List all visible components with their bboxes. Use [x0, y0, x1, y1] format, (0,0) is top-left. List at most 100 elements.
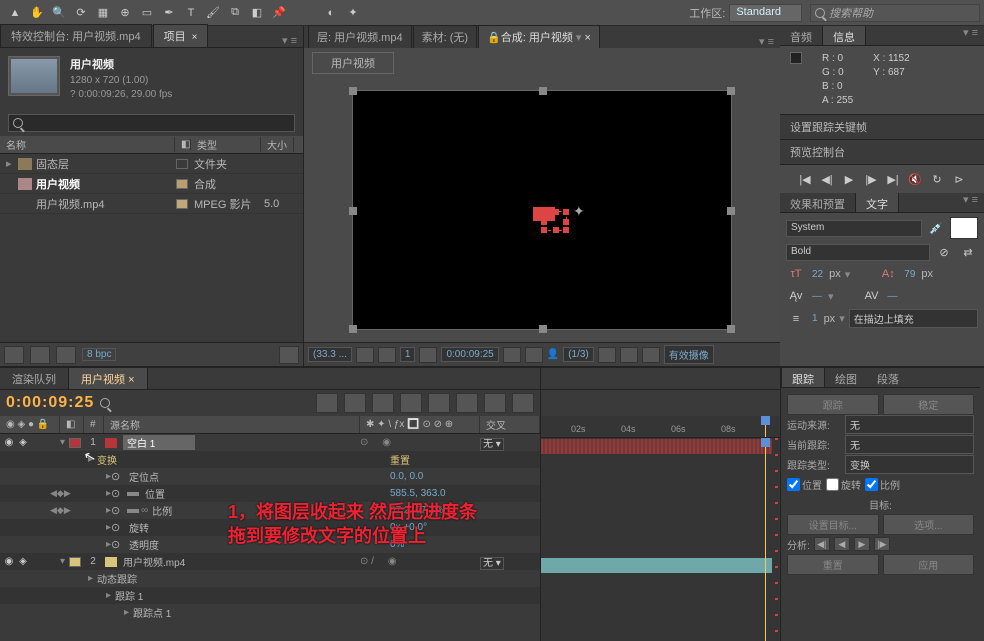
col-label-icon[interactable]: ◧ — [175, 139, 191, 150]
layer-row[interactable]: ▸⊙定位点0.0, 0.0 — [0, 468, 540, 485]
analyze-back-icon[interactable]: ◀| — [814, 537, 830, 551]
col-size[interactable]: 大小 — [261, 137, 294, 152]
track-type-select[interactable]: 变换 — [845, 455, 974, 474]
time-display[interactable]: 0:00:09:25 — [441, 347, 498, 362]
leading-input[interactable]: 79 — [902, 269, 917, 280]
draft3d-icon[interactable] — [512, 393, 534, 413]
shy-icon[interactable] — [344, 393, 366, 413]
brainstorm-icon[interactable] — [456, 393, 478, 413]
graph-editor-icon[interactable] — [428, 393, 450, 413]
delete-icon[interactable] — [279, 346, 299, 364]
layer-list[interactable]: ◉◈▾1空白 1⊙ ◉无 ▾▸变换重置▸⊙定位点0.0, 0.0◀◆▶▸⊙位置5… — [0, 434, 540, 641]
font-size-input[interactable]: 22 — [810, 269, 825, 280]
camera-tool-icon[interactable]: ▦ — [92, 2, 114, 24]
ratio-display[interactable]: (1/3) — [563, 347, 594, 362]
anchor-tool-icon[interactable]: ⊕ — [114, 2, 136, 24]
mask-icon[interactable] — [419, 347, 437, 363]
close-icon[interactable]: × — [192, 32, 198, 43]
project-row[interactable]: 用户视频.mp4MPEG 影片5.0 — [0, 194, 303, 214]
layer-row[interactable]: ▸变换重置 — [0, 451, 540, 468]
view-layout-icon[interactable] — [620, 347, 638, 363]
project-row[interactable]: 用户视频合成 — [0, 174, 303, 194]
tab-audio[interactable]: 音频 — [780, 26, 822, 45]
panel-menu-icon[interactable]: ▾ ≡ — [276, 34, 303, 47]
tab-character[interactable]: 文字 — [855, 193, 899, 212]
layer-row[interactable]: ◉◈▾2用户视频.mp4⊙ / ◉无 ▾ — [0, 553, 540, 570]
col-mode[interactable]: 交叉 — [480, 416, 540, 433]
composition-viewer[interactable]: ✦ — [304, 78, 780, 342]
view-select[interactable]: 1 — [400, 347, 416, 362]
prev-frame-icon[interactable]: ◀| — [818, 170, 836, 188]
layer-row[interactable]: ▸跟踪点 1 — [0, 604, 540, 621]
canvas[interactable]: ✦ — [352, 90, 732, 330]
options-button[interactable]: 选项... — [883, 514, 975, 535]
apply-button[interactable]: 应用 — [883, 554, 975, 575]
panel-menu-icon[interactable]: ▾ ≡ — [753, 35, 780, 48]
new-comp-icon[interactable] — [56, 346, 76, 364]
scale-checkbox[interactable]: 比例 — [865, 477, 900, 492]
frame-blend-icon[interactable] — [372, 393, 394, 413]
layer-row[interactable]: ▸⊙旋转0x +0.0° — [0, 519, 540, 536]
layer-bar-1[interactable] — [541, 439, 772, 454]
hand-tool-icon[interactable]: ✋ — [26, 2, 48, 24]
set-target-button[interactable]: 设置目标... — [787, 514, 879, 535]
rotate-tool-icon[interactable]: ⟳ — [70, 2, 92, 24]
last-frame-icon[interactable]: ▶| — [884, 170, 902, 188]
interpret-footage-icon[interactable] — [4, 346, 24, 364]
clone-tool-icon[interactable]: ⧉ — [224, 2, 246, 24]
layer-bar-2[interactable] — [541, 558, 772, 573]
layer-row[interactable]: ▸跟踪 1 — [0, 587, 540, 604]
reset-button[interactable]: 重置 — [787, 554, 879, 575]
stabilize-button[interactable]: 稳定 — [883, 394, 975, 415]
channel-icon[interactable] — [525, 347, 543, 363]
eyedropper-icon[interactable]: 💉 — [926, 219, 946, 237]
font-style-select[interactable]: Bold — [786, 244, 930, 261]
analyze-back-step-icon[interactable]: ◀ — [834, 537, 850, 551]
set-track-keyframe[interactable]: 设置跟踪关键帧 — [780, 114, 984, 140]
comp-tab[interactable]: 素材: (无) — [413, 25, 477, 48]
project-list[interactable]: ▸固态层文件夹用户视频合成用户视频.mp4MPEG 影片5.0 — [0, 154, 303, 342]
col-type[interactable]: 类型 — [191, 137, 261, 152]
close-icon[interactable]: × — [128, 374, 134, 386]
layer-row[interactable]: ▸动态跟踪 — [0, 570, 540, 587]
text-tool-icon[interactable]: T — [180, 2, 202, 24]
stroke-width-input[interactable]: 1 — [810, 313, 820, 324]
tab-info[interactable]: 信息 — [822, 26, 866, 45]
snapshot-icon[interactable] — [503, 347, 521, 363]
timeline-tracks[interactable] — [541, 438, 780, 641]
ram-preview-icon[interactable]: ⊳ — [950, 170, 968, 188]
resolution-icon[interactable] — [356, 347, 374, 363]
analyze-fwd-step-icon[interactable]: ▶ — [854, 537, 870, 551]
camera-select[interactable]: 有效摄像 — [664, 345, 714, 364]
tab-tracker[interactable]: 跟踪 — [781, 368, 825, 387]
comp-tab[interactable]: 🔒合成: 用户视频 ▾ × — [478, 25, 600, 48]
tab-project[interactable]: 项目× — [153, 24, 209, 47]
motion-source-select[interactable]: 无 — [845, 415, 974, 434]
swap-icon[interactable]: ⇄ — [958, 243, 978, 261]
panel-menu-icon[interactable]: ▾ ≡ — [957, 193, 984, 212]
toolbar-extra1-icon[interactable]: ◐ — [320, 2, 342, 24]
timeline-ruler[interactable]: 02s 04s 06s 08s — [541, 416, 780, 438]
brush-tool-icon[interactable]: 🖌 — [202, 2, 224, 24]
tab-timeline-comp[interactable]: 用户视频 × — [69, 368, 148, 389]
zoom-select[interactable]: (33.3 ... — [308, 347, 352, 362]
shape-tool-icon[interactable]: ▭ — [136, 2, 158, 24]
layer-row[interactable]: ▸⊙透明度0% — [0, 536, 540, 553]
new-folder-icon[interactable] — [30, 346, 50, 364]
current-track-select[interactable]: 无 — [845, 435, 974, 454]
current-time-indicator[interactable] — [765, 416, 766, 437]
col-name[interactable]: 名称 — [0, 137, 175, 152]
help-search-input[interactable]: 搜索帮助 — [810, 4, 980, 22]
stroke-style-select[interactable]: 在描边上填充 — [849, 309, 978, 328]
layer-row[interactable]: ◉◈▾1空白 1⊙ ◉无 ▾ — [0, 434, 540, 451]
col-source-name[interactable]: 源名称 — [104, 416, 360, 433]
bpc-button[interactable]: 8 bpc — [82, 348, 116, 361]
kerning-input[interactable]: — — [810, 291, 824, 302]
fill-color-swatch[interactable] — [950, 217, 978, 239]
tracking-input[interactable]: — — [886, 291, 900, 302]
pen-tool-icon[interactable]: ✒ — [158, 2, 180, 24]
project-search-input[interactable] — [8, 114, 295, 132]
search-icon[interactable] — [100, 398, 110, 408]
first-frame-icon[interactable]: |◀ — [796, 170, 814, 188]
tab-effect-controls[interactable]: 特效控制台: 用户视频.mp4 — [0, 24, 152, 47]
